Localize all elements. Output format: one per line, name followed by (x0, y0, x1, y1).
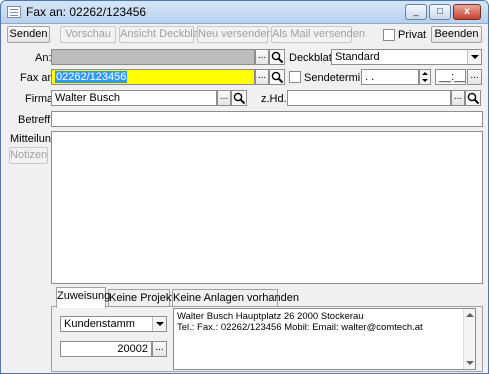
dropdown-arrow-icon[interactable] (152, 317, 166, 331)
category-select[interactable]: Kundenstamm (60, 316, 167, 332)
company-browse-button[interactable]: ... (217, 90, 231, 106)
cover-select[interactable]: Standard (331, 49, 482, 65)
send-date-label: Sendetermin (304, 72, 367, 84)
private-checkbox[interactable] (383, 29, 395, 41)
maximize-icon[interactable]: □ (429, 4, 451, 20)
send-button[interactable]: Senden (7, 26, 50, 43)
send-date-checkbox[interactable] (289, 71, 301, 83)
close-icon[interactable]: x (453, 4, 481, 20)
fax-input-value: 02262/123456 (55, 71, 128, 83)
resend-button[interactable]: Neu versenden (197, 26, 273, 43)
scroll-down-icon[interactable] (466, 361, 474, 365)
to-input[interactable] (51, 49, 255, 65)
contact-info-line: Walter Busch Hauptplatz 26 2000 Stockera… (177, 311, 364, 322)
subject-label: Betreff: (18, 114, 54, 126)
time-browse-button[interactable]: ... (467, 69, 482, 85)
info-scrollbar[interactable] (463, 309, 475, 369)
fax-window: Fax an: 02262/123456 _ □ x Senden Vorsch… (0, 0, 489, 374)
search-icon[interactable] (269, 49, 285, 65)
message-textarea[interactable] (51, 131, 483, 284)
search-icon[interactable] (269, 69, 285, 85)
fax-input[interactable]: 02262/123456 (51, 69, 255, 85)
to-browse-button[interactable]: ... (255, 49, 269, 65)
number-browse-button[interactable]: ... (152, 341, 167, 357)
company-input[interactable]: Walter Busch (51, 90, 217, 106)
send-time-input[interactable]: __:__ (435, 69, 466, 85)
attn-browse-button[interactable]: ... (451, 90, 465, 106)
attn-input[interactable] (287, 90, 451, 106)
contact-info-line: Tel.: Fax.: 02262/123456 Mobil: Email: w… (177, 322, 423, 333)
spinner-icon[interactable] (419, 69, 431, 85)
scroll-up-icon[interactable] (466, 313, 474, 317)
category-select-value: Kundenstamm (64, 318, 135, 330)
cover-view-button[interactable]: Ansicht Deckblatt (119, 26, 205, 43)
minimize-icon[interactable]: _ (405, 4, 427, 20)
attn-label: z.Hd.: (261, 93, 290, 105)
title-bar: Fax an: 02262/123456 _ □ x (1, 1, 488, 24)
send-date-input[interactable]: . . (361, 69, 419, 85)
preview-button[interactable]: Vorschau (60, 26, 116, 43)
number-input[interactable]: 20002 (60, 341, 152, 357)
cover-select-value: Standard (335, 51, 380, 63)
tab-projects[interactable]: Keine Projekte (108, 289, 181, 307)
to-label: An: (35, 52, 52, 64)
exit-button[interactable]: Beenden (431, 26, 482, 43)
window-title: Fax an: 02262/123456 (26, 5, 147, 19)
dropdown-arrow-icon[interactable] (467, 50, 481, 64)
send-as-mail-button[interactable]: Als Mail versenden (271, 26, 365, 43)
search-icon[interactable] (231, 90, 247, 106)
contact-info-box: Walter Busch Hauptplatz 26 2000 Stockera… (173, 308, 476, 370)
notes-button[interactable]: Notizen (9, 147, 48, 164)
search-icon[interactable] (465, 90, 481, 106)
app-icon (7, 6, 21, 18)
fax-browse-button[interactable]: ... (255, 69, 269, 85)
tab-assignment[interactable]: Zuweisung (56, 287, 110, 308)
tab-attachments[interactable]: Keine Anlagen vorhanden (172, 289, 299, 307)
subject-input[interactable] (51, 111, 483, 127)
private-label: Privat (398, 29, 427, 41)
